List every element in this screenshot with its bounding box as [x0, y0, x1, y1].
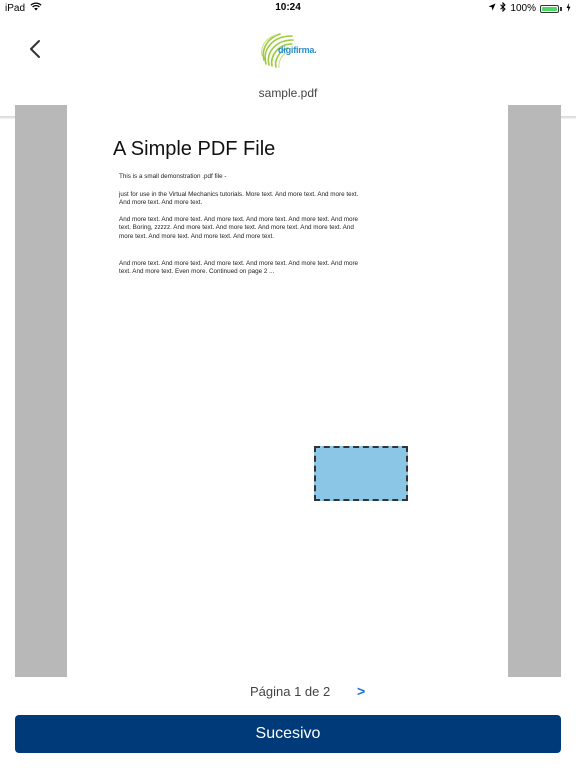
pdf-paragraph: This is a small demonstration .pdf file … — [119, 173, 227, 180]
status-bar: iPad 10:24 100% — [0, 0, 576, 16]
pdf-page[interactable]: A Simple PDF File This is a small demons… — [67, 105, 508, 677]
pdf-paragraph: just for use in the Virtual Mechanics tu… — [119, 191, 359, 207]
pdf-paragraph: And more text. And more text. And more t… — [119, 260, 359, 276]
continue-button-label: Sucesivo — [255, 725, 321, 742]
pdf-paragraph: And more text. And more text. And more t… — [119, 216, 359, 240]
chevron-left-icon — [30, 40, 40, 58]
page-indicator: Página 1 de 2 — [250, 684, 331, 699]
pdf-title: A Simple PDF File — [113, 138, 276, 160]
charging-icon — [566, 2, 571, 15]
document-viewer[interactable]: A Simple PDF File This is a small demons… — [15, 105, 561, 677]
app-header: digifirma. sample.pdf — [0, 16, 576, 119]
status-right: 100% — [488, 1, 571, 15]
location-icon — [488, 3, 496, 14]
battery-icon — [540, 4, 559, 13]
next-page-button[interactable]: > — [357, 683, 365, 699]
battery-fill — [542, 6, 557, 11]
document-filename: sample.pdf — [258, 86, 318, 100]
logo-text: digifirma. — [278, 45, 317, 55]
battery-percent: 100% — [510, 3, 536, 14]
bluetooth-icon — [500, 1, 507, 15]
continue-button[interactable]: Sucesivo — [15, 715, 561, 753]
signature-field[interactable] — [314, 446, 408, 501]
back-button[interactable] — [22, 36, 48, 62]
pagination: Página 1 de 2 > — [0, 683, 576, 704]
battery-tip — [560, 6, 562, 11]
